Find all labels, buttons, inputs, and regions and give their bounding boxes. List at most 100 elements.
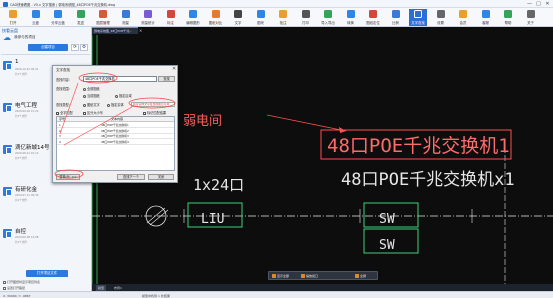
type-text-radio[interactable]: 图纸文字	[83, 102, 100, 107]
open-path-option[interactable]: 设置打开路径	[3, 286, 25, 290]
ribbon-button[interactable]: 图层管理	[94, 9, 112, 26]
ribbon-button[interactable]: 编辑图形	[184, 9, 202, 26]
table-row[interactable]: 1 48口POE千兆交换机1	[57, 123, 174, 128]
scope-current-label: 当前图纸	[87, 94, 100, 98]
ribbon-button[interactable]: 分享云盘	[49, 9, 67, 26]
ribbon-button[interactable]: 导入导出	[319, 9, 337, 26]
share-icon	[54, 10, 62, 18]
project-list-item[interactable]: 自控 2020-06-08 14:08 共4个文件	[1, 224, 90, 262]
scope-all-radio[interactable]: 全部图纸	[83, 86, 100, 91]
project-date: 2020-07-11 09:30	[15, 194, 39, 197]
ribbon-button-label: 文字查找	[411, 20, 425, 25]
checkbox[interactable]: ✓	[143, 111, 147, 115]
close-tab-icon[interactable]: ×	[139, 28, 142, 33]
header-num: 序号	[59, 117, 66, 121]
ribbon-button[interactable]: 文字	[229, 9, 247, 26]
ribbon-button-label: 比例	[392, 20, 399, 25]
maximize-button[interactable]: □	[534, 0, 543, 8]
send-icon	[76, 10, 85, 18]
zoom-all-button[interactable]: 显示全部	[277, 274, 289, 278]
ribbon-button-label: 云盘	[32, 20, 39, 25]
scope-region-label: 指定区域	[119, 94, 132, 98]
tab-model[interactable]: 模型	[96, 284, 107, 291]
find-button[interactable]: 查找	[158, 76, 175, 82]
ribbon-button-label: 帮助	[504, 20, 512, 25]
find-next-button[interactable]: 查找下一个	[117, 174, 145, 180]
ribbon-button[interactable]: 云盘	[27, 9, 45, 26]
ribbon-button[interactable]: 转换	[342, 9, 360, 26]
zoom-window-button[interactable]: 缩放窗口	[306, 274, 318, 278]
project-file-count: 共3个文件	[15, 115, 28, 118]
radio[interactable]	[83, 87, 86, 91]
zoom-window-icon[interactable]	[301, 274, 305, 278]
cad-line	[146, 207, 166, 224]
scope-region-radio[interactable]: 指定区域	[115, 93, 132, 98]
project-list-item[interactable]: 有研化金 2020-07-11 09:30 共2个文件	[1, 182, 90, 220]
radio[interactable]	[115, 94, 118, 98]
ribbon-button[interactable]: 打印	[297, 9, 315, 26]
document-tab[interactable]: 弱电系统图_48口POE千兆...	[92, 27, 138, 34]
case-option[interactable]: 区分大小写	[83, 110, 103, 115]
project-group-label[interactable]: 我参与的项目	[14, 35, 36, 40]
status-bar: X: 30900, Y: -9867 模型中找到 1 处结果	[0, 291, 553, 298]
fullscreen-button[interactable]: 全屏	[360, 274, 366, 278]
ribbon-button[interactable]: 标注	[162, 9, 180, 26]
type-entity-radio[interactable]: 指定实体	[107, 102, 124, 107]
checkbox[interactable]	[83, 111, 86, 115]
ribbon-button[interactable]: 客服	[477, 9, 495, 26]
ribbon-button[interactable]: 关于	[522, 9, 540, 26]
ribbon-button[interactable]: 会员	[454, 9, 472, 26]
header-text: 文本内容	[111, 117, 124, 121]
close-dialog-button[interactable]: 关闭	[148, 174, 174, 180]
comment-icon	[279, 10, 287, 18]
open-project-button[interactable]: 打开项目文件	[26, 270, 68, 277]
close-window-button[interactable]: ✕	[543, 0, 552, 8]
radio[interactable]	[83, 94, 86, 98]
row-text: 48口POE千兆交换机4	[101, 139, 129, 144]
ribbon-button[interactable]: 测量	[117, 9, 135, 26]
refresh-icon[interactable]: ⟳	[71, 44, 79, 51]
ribbon-button[interactable]: 测量统计	[139, 9, 157, 26]
fullscreen-icon[interactable]	[355, 274, 359, 278]
row-number: 1	[59, 123, 61, 127]
row-number: 4	[59, 139, 61, 144]
minimize-button[interactable]: —	[525, 0, 534, 8]
whole-word-option[interactable]: ✓全字匹配	[56, 110, 73, 115]
table-row[interactable]: 4 48口POE千兆交换机4	[57, 140, 174, 145]
import-export-icon	[324, 10, 332, 18]
highlight-option[interactable]: ✓标记匹配结果	[143, 110, 166, 115]
type-label: 查找类型:	[56, 103, 70, 107]
create-project-button[interactable]: 创建项目	[28, 44, 68, 51]
checkbox[interactable]	[3, 280, 6, 284]
scope-current-radio[interactable]: 当前图纸	[83, 93, 100, 98]
ribbon-button[interactable]: 打开	[4, 9, 22, 26]
table-row[interactable]: 3 48口POE千兆交换机3	[57, 134, 174, 139]
radio[interactable]	[107, 103, 110, 107]
ribbon-button[interactable]: 发送	[72, 9, 90, 26]
ribbon-button[interactable]: 设置	[432, 9, 450, 26]
ribbon-button[interactable]: 文字查找	[409, 9, 427, 26]
replace-button[interactable]: 替换(R) >>	[56, 174, 80, 180]
ribbon-button-label: 批注	[279, 20, 287, 25]
checkbox[interactable]	[3, 286, 6, 290]
project-file-count: 共4个文件	[15, 241, 28, 244]
table-row[interactable]: 2 48口POE千兆交换机2	[57, 129, 174, 134]
entity-dropdown[interactable]: 指定实体文字在当前图层可用	[131, 102, 175, 107]
ribbon-button[interactable]: 帮助	[499, 9, 517, 26]
radio[interactable]	[83, 103, 86, 107]
zoom-all-icon[interactable]	[272, 274, 276, 278]
gear-icon[interactable]: ⚙	[80, 44, 88, 51]
ribbon-button[interactable]: 比例	[387, 9, 405, 26]
show-list-option[interactable]: 打开图纸时显示项目列表	[3, 280, 40, 284]
block-icon	[256, 10, 265, 18]
project-name: 自控	[15, 229, 27, 235]
tab-layout1[interactable]: 布局1	[112, 285, 124, 291]
close-icon[interactable]: ✕	[172, 66, 176, 72]
compare-icon	[211, 10, 220, 18]
ribbon-button[interactable]: 图纸定位	[364, 9, 382, 26]
ribbon-button[interactable]: 图块	[252, 9, 270, 26]
find-input[interactable]: 48口POE千兆交换机	[83, 76, 157, 82]
ribbon-button[interactable]: 批注	[274, 9, 292, 26]
checkbox[interactable]: ✓	[56, 111, 60, 115]
ribbon-button[interactable]: 图纸对比	[207, 9, 225, 26]
